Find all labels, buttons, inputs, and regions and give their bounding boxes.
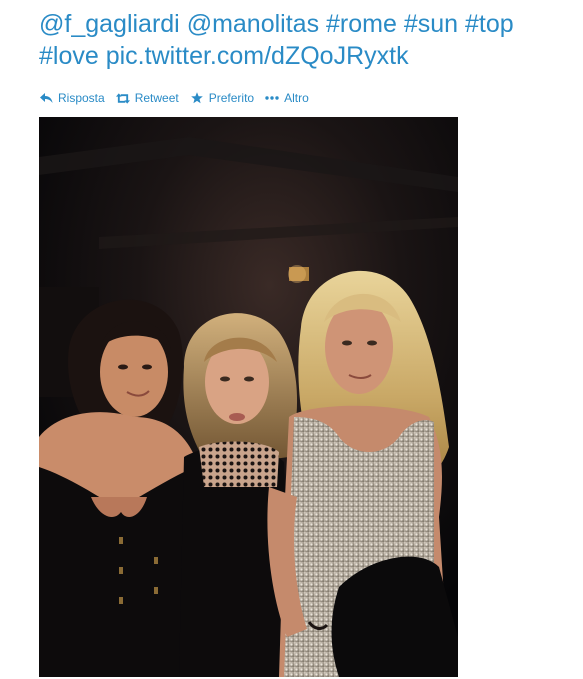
tweet-text: @f_gagliardi @manolitas #rome #sun #top …: [39, 8, 579, 72]
photo-illustration: [39, 117, 458, 677]
photo-link[interactable]: pic.twitter.com/dZQoJRyxtk: [106, 42, 409, 70]
hashtag-sun[interactable]: #sun: [404, 10, 458, 38]
ellipsis-icon: [265, 92, 279, 104]
favorite-button[interactable]: Preferito: [190, 91, 254, 105]
mention-manolitas[interactable]: @manolitas: [187, 10, 319, 38]
favorite-label: Preferito: [208, 91, 255, 105]
star-icon: [190, 92, 204, 104]
more-button[interactable]: Altro: [265, 91, 309, 105]
mention-f-gagliardi[interactable]: @f_gagliardi: [39, 10, 180, 38]
hashtag-top[interactable]: #top: [465, 10, 514, 38]
reply-arrow-icon: [39, 92, 53, 104]
hashtag-love[interactable]: #love: [39, 42, 99, 70]
more-label: Altro: [284, 91, 309, 105]
retweet-button[interactable]: Retweet: [115, 91, 179, 105]
tweet-actions: Risposta Retweet Preferito Altro: [39, 90, 320, 106]
retweet-icon: [115, 92, 130, 104]
retweet-label: Retweet: [134, 91, 179, 105]
hashtag-rome[interactable]: #rome: [326, 10, 397, 38]
tweet-photo[interactable]: [39, 117, 458, 677]
reply-label: Risposta: [58, 91, 105, 105]
reply-button[interactable]: Risposta: [39, 91, 105, 105]
